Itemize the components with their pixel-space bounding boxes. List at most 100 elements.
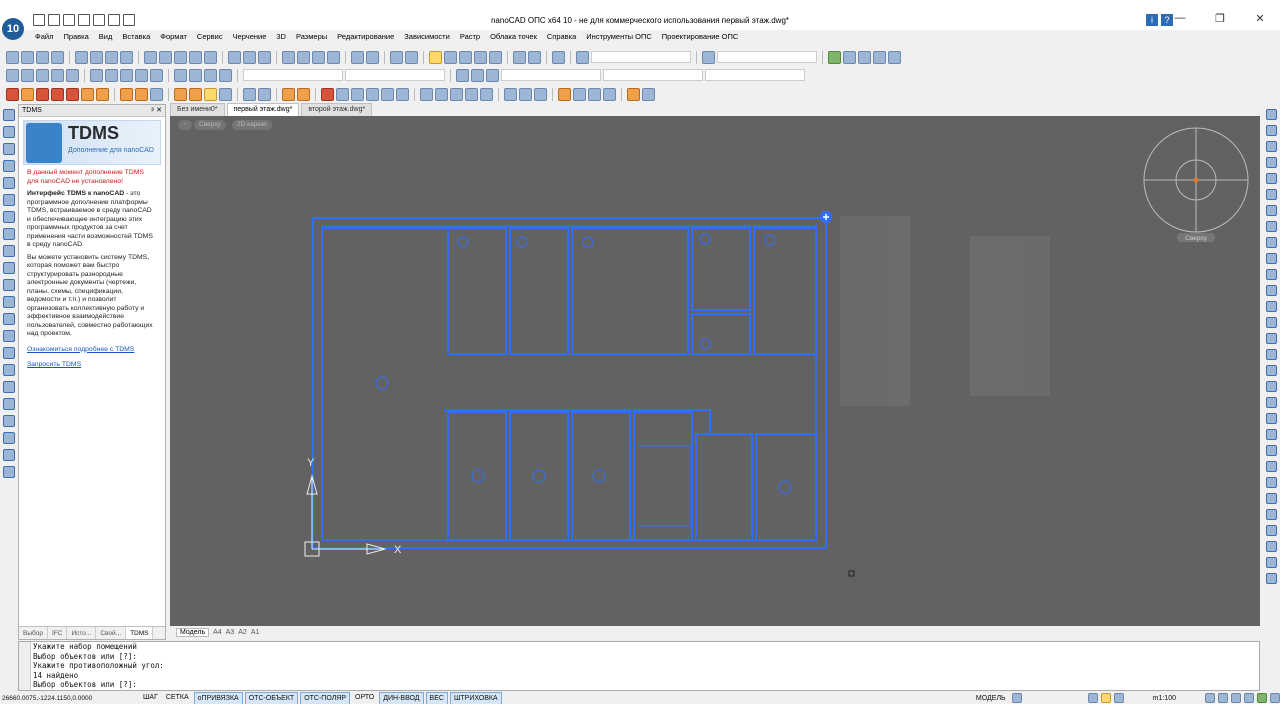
status-toggle[interactable]: СЕТКА — [163, 692, 192, 705]
cleanscreen-icon[interactable] — [1257, 693, 1267, 703]
menu-item[interactable]: Облака точек — [485, 30, 542, 44]
toolbar-button-icon[interactable] — [429, 50, 442, 64]
modify-tool-icon[interactable] — [1266, 525, 1277, 536]
menu-item[interactable]: Вставка — [117, 30, 155, 44]
toolbar-button-icon[interactable] — [174, 68, 187, 82]
menu-item[interactable]: Растр — [455, 30, 485, 44]
drawing-canvas[interactable]: − Сверху 2D каркас Y X Сверху — [170, 116, 1260, 626]
modify-tool-icon[interactable] — [1266, 173, 1277, 184]
modify-tool-icon[interactable] — [1266, 509, 1277, 520]
layout-tab[interactable]: A4 — [213, 629, 222, 636]
close-button[interactable]: ✕ — [1240, 12, 1280, 25]
toolbar-button-icon[interactable] — [888, 50, 901, 64]
modify-tool-icon[interactable] — [1266, 381, 1277, 392]
draw-tool-icon[interactable] — [3, 245, 15, 257]
modify-tool-icon[interactable] — [1266, 301, 1277, 312]
maximize-button[interactable]: ❐ — [1200, 12, 1240, 25]
draw-tool-icon[interactable] — [3, 381, 15, 393]
panel-tab[interactable]: IFC — [48, 627, 68, 639]
toolbar-button-icon[interactable] — [573, 87, 586, 101]
layout-tab[interactable]: A3 — [226, 629, 235, 636]
toolbar-button-icon[interactable] — [456, 68, 469, 82]
panel-pin-close[interactable]: ᵖ ✕ — [152, 105, 162, 116]
toolbar-button-icon[interactable] — [576, 50, 589, 64]
toolbar-button-icon[interactable] — [189, 68, 202, 82]
draw-tool-icon[interactable] — [3, 313, 15, 325]
modify-tool-icon[interactable] — [1266, 109, 1277, 120]
layout-icon[interactable] — [1011, 693, 1022, 703]
toolbar-button-icon[interactable] — [21, 50, 34, 64]
draw-tool-icon[interactable] — [3, 109, 15, 121]
toolbar-button-icon[interactable] — [534, 87, 547, 101]
modify-tool-icon[interactable] — [1266, 413, 1277, 424]
toolbar-button-icon[interactable] — [828, 50, 841, 64]
menu-item[interactable]: Справка — [542, 30, 581, 44]
zoom-extents-icon[interactable] — [1244, 693, 1254, 703]
toolbar-button-icon[interactable] — [159, 50, 172, 64]
tdms-request-link[interactable]: Запросить TDMS — [27, 361, 81, 368]
toolbar-button-icon[interactable] — [204, 87, 217, 101]
menu-item[interactable]: Размеры — [291, 30, 332, 44]
toolbar-button-icon[interactable] — [66, 68, 79, 82]
toolbar-button-icon[interactable] — [144, 50, 157, 64]
toolbar-button-icon[interactable] — [36, 87, 49, 101]
toolbar-button-icon[interactable] — [120, 87, 133, 101]
draw-tool-icon[interactable] — [3, 126, 15, 138]
toolbar-button-icon[interactable] — [135, 68, 148, 82]
status-toggle[interactable]: ШТРИХОВКА — [449, 691, 502, 705]
status-toggle[interactable]: ОРТО — [352, 692, 377, 705]
model-space-label[interactable]: МОДЕЛЬ — [973, 693, 1009, 704]
status-toggle[interactable]: ОТС-ОБЪЕКТ — [244, 691, 299, 705]
toolbar-button-icon[interactable] — [228, 50, 241, 64]
menu-item[interactable]: Зависимости — [399, 30, 455, 44]
toolbar-button-icon[interactable] — [204, 68, 217, 82]
app-logo-icon[interactable]: 10 — [2, 18, 24, 40]
toolbar-button-icon[interactable] — [174, 87, 187, 101]
status-toggle[interactable]: ШАГ — [140, 692, 161, 705]
command-line[interactable]: Укажите набор помещений Выбор объектов ил… — [18, 641, 1260, 691]
toolbar-button-icon[interactable] — [642, 87, 655, 101]
toolbar-button-icon[interactable] — [843, 50, 856, 64]
menu-item[interactable]: Черчение — [228, 30, 272, 44]
modify-tool-icon[interactable] — [1266, 189, 1277, 200]
minimize-button[interactable]: — — [1160, 12, 1200, 25]
toolbar-combo[interactable] — [717, 51, 817, 63]
menu-item[interactable]: Проектирование ОПС — [657, 30, 744, 44]
toolbar-button-icon[interactable] — [51, 50, 64, 64]
toolbar-button-icon[interactable] — [135, 87, 148, 101]
modify-tool-icon[interactable] — [1266, 141, 1277, 152]
toolbar-button-icon[interactable] — [489, 50, 502, 64]
help-status-icon[interactable] — [1113, 693, 1124, 703]
draw-tool-icon[interactable] — [3, 330, 15, 342]
draw-tool-icon[interactable] — [3, 364, 15, 376]
draw-tool-icon[interactable] — [3, 398, 15, 410]
modify-tool-icon[interactable] — [1266, 285, 1277, 296]
draw-tool-icon[interactable] — [3, 143, 15, 155]
menu-item[interactable]: Файл — [30, 30, 58, 44]
toolbar-button-icon[interactable] — [243, 50, 256, 64]
toolbar-button-icon[interactable] — [36, 68, 49, 82]
modify-tool-icon[interactable] — [1266, 253, 1277, 264]
toolbar-button-icon[interactable] — [450, 87, 463, 101]
modify-tool-icon[interactable] — [1266, 125, 1277, 136]
layout-tab[interactable]: A1 — [251, 629, 260, 636]
toolbar-button-icon[interactable] — [81, 87, 94, 101]
menu-item[interactable]: Редактирование — [332, 30, 399, 44]
modify-tool-icon[interactable] — [1266, 317, 1277, 328]
toolbar-combo[interactable] — [501, 69, 601, 81]
toolbar-button-icon[interactable] — [219, 68, 232, 82]
panel-tab[interactable]: Исто... — [67, 627, 97, 639]
toolbar-button-icon[interactable] — [480, 87, 493, 101]
toolbar-button-icon[interactable] — [528, 50, 541, 64]
toolbar-button-icon[interactable] — [282, 50, 295, 64]
toolbar-button-icon[interactable] — [336, 87, 349, 101]
status-toggle[interactable]: ВЕС — [425, 691, 448, 705]
toolbar-button-icon[interactable] — [321, 87, 334, 101]
toolbar-button-icon[interactable] — [312, 50, 325, 64]
toolbar-button-icon[interactable] — [96, 87, 109, 101]
toolbar-button-icon[interactable] — [366, 50, 379, 64]
toolbar-button-icon[interactable] — [552, 50, 565, 64]
settings-icon[interactable] — [1270, 693, 1280, 703]
toolbar-button-icon[interactable] — [465, 87, 478, 101]
toolbar-button-icon[interactable] — [396, 87, 409, 101]
